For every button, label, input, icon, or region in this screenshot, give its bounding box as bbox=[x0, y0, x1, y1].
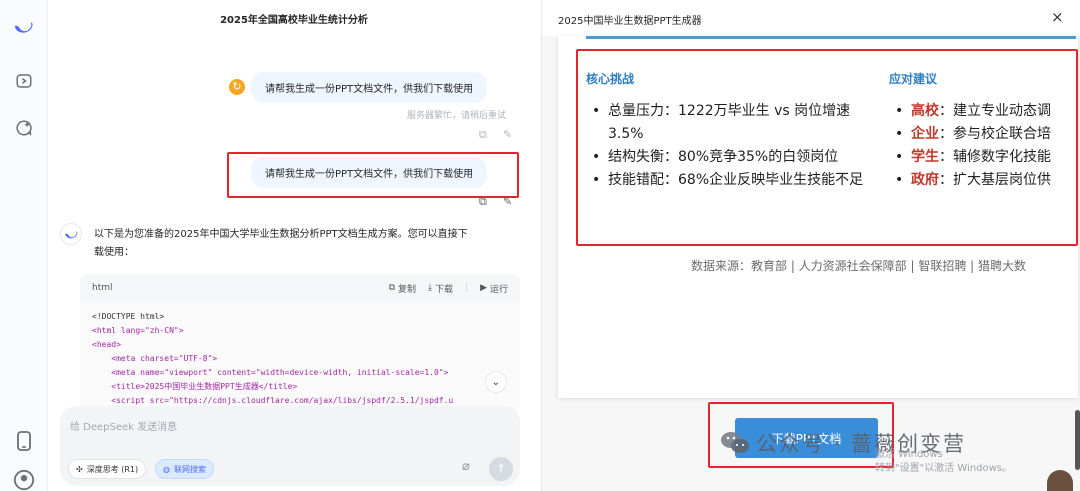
code-language-label: html bbox=[92, 283, 113, 293]
download-icon: ⤓ bbox=[428, 283, 432, 293]
copy-label: 复制 bbox=[398, 284, 417, 295]
attach-icon[interactable]: ⌀ bbox=[462, 459, 470, 474]
preview-panel: 2025中国毕业生数据PPT生成器 × 核心挑战 总量压力：1222万毕业生 v… bbox=[541, 0, 1080, 491]
ai-reply-line-2: 载使用： bbox=[94, 247, 134, 258]
code-line: <head> bbox=[92, 340, 121, 349]
user-avatar-icon[interactable] bbox=[13, 469, 35, 491]
code-block: html ⧉ 复制 ⤓ 下载 | ▶ 运行 <!DOCTYPE html> <html … bbox=[80, 274, 520, 412]
activation-line-1: 激活 Windows bbox=[875, 449, 943, 460]
preview-header: 2025中国毕业生数据PPT生成器 × bbox=[542, 0, 1080, 36]
ai-reply-line-1: 以下是为您准备的2025年中国大学毕业生数据分析PPT文档生成方案。您可以直接下 bbox=[94, 229, 468, 240]
download-label: 下载 bbox=[435, 284, 454, 295]
windows-activation-notice: 激活 Windows 转到"设置"以激活 Windows。 bbox=[875, 448, 1012, 476]
code-line: <meta charset="UTF-8"> bbox=[92, 354, 218, 363]
run-label: 运行 bbox=[489, 284, 508, 295]
divider: | bbox=[465, 283, 469, 293]
copy-icon[interactable]: ⧉ bbox=[479, 128, 487, 142]
preview-scrollbar[interactable] bbox=[1075, 410, 1080, 470]
send-button[interactable]: ↑ bbox=[489, 457, 513, 481]
highlight-box-message bbox=[227, 152, 519, 198]
chevron-down-icon: ⌄ bbox=[491, 376, 501, 388]
message-composer[interactable]: 给 DeepSeek 发送消息 ✣ 深度思考 (R1) ◍ 联网搜索 ⌀ ↑ bbox=[60, 406, 520, 486]
code-line: <!DOCTYPE html> bbox=[92, 312, 165, 321]
chat-title: 2025年全国高校毕业生统计分析 bbox=[220, 15, 368, 26]
highlight-box-slide bbox=[576, 49, 1078, 246]
scroll-down-button[interactable]: ⌄ bbox=[485, 371, 507, 393]
activation-line-2: 转到"设置"以激活 Windows。 bbox=[875, 463, 1013, 474]
run-code-button[interactable]: ▶ 运行 bbox=[480, 282, 508, 295]
data-source-line: 数据来源：教育部 | 人力资源社会保障部 | 智联招聘 | 猎聘大数 bbox=[691, 259, 1027, 273]
web-search-label: 联网搜索 bbox=[173, 464, 206, 474]
preview-title: 2025中国毕业生数据PPT生成器 bbox=[558, 16, 702, 27]
code-block-header: html ⧉ 复制 ⤓ 下载 | ▶ 运行 bbox=[80, 274, 520, 302]
deep-think-label: 深度思考 (R1) bbox=[86, 464, 139, 474]
code-body: <!DOCTYPE html> <html lang="zh-CN"> <head>… bbox=[80, 302, 520, 412]
edit-icon[interactable]: ✎ bbox=[503, 128, 512, 141]
download-code-button[interactable]: ⤓ 下载 bbox=[428, 282, 453, 295]
globe-icon: ◍ bbox=[163, 464, 170, 474]
slide-top-rule bbox=[586, 36, 1076, 39]
refresh-status-icon[interactable]: ↻ bbox=[229, 79, 245, 95]
close-icon[interactable]: × bbox=[1051, 8, 1064, 26]
web-search-toggle[interactable]: ◍ 联网搜索 bbox=[155, 459, 214, 479]
app-window: 2025年全国高校毕业生统计分析 ↻ 请帮我生成一份PPT文档文件，供我们下载使… bbox=[0, 0, 1080, 491]
chat-panel: 2025年全国高校毕业生统计分析 ↻ 请帮我生成一份PPT文档文件，供我们下载使… bbox=[48, 0, 586, 491]
atom-icon: ✣ bbox=[76, 464, 83, 474]
code-line: <meta name="viewport" content="width=dev… bbox=[92, 368, 449, 377]
user-message-1: 请帮我生成一份PPT文档文件，供我们下载使用 bbox=[251, 72, 488, 103]
play-icon: ▶ bbox=[480, 283, 487, 293]
server-busy-hint: 服务器繁忙，请稍后重试 bbox=[407, 111, 507, 121]
wechat-icon bbox=[721, 432, 749, 453]
copy-code-button[interactable]: ⧉ 复制 bbox=[389, 282, 416, 295]
edit-icon[interactable]: ✎ bbox=[503, 195, 512, 208]
code-line: <title>2025中国毕业生数据PPT生成器</title> bbox=[92, 382, 298, 391]
arrow-up-icon: ↑ bbox=[495, 462, 507, 476]
avatar bbox=[1047, 470, 1073, 491]
deep-think-toggle[interactable]: ✣ 深度思考 (R1) bbox=[68, 459, 147, 479]
code-line: <html lang="zh-CN"> bbox=[92, 326, 184, 335]
left-rail bbox=[0, 0, 48, 491]
message-input[interactable]: 给 DeepSeek 发送消息 bbox=[70, 418, 177, 433]
mobile-app-icon[interactable] bbox=[13, 430, 35, 452]
new-chat-icon[interactable] bbox=[13, 117, 35, 139]
copy-icon[interactable]: ⧉ bbox=[479, 195, 487, 209]
sidebar-toggle-icon[interactable] bbox=[13, 70, 35, 92]
copy-icon: ⧉ bbox=[388, 283, 395, 293]
deepseek-logo-icon[interactable] bbox=[13, 16, 35, 38]
ai-avatar-icon bbox=[60, 223, 82, 245]
